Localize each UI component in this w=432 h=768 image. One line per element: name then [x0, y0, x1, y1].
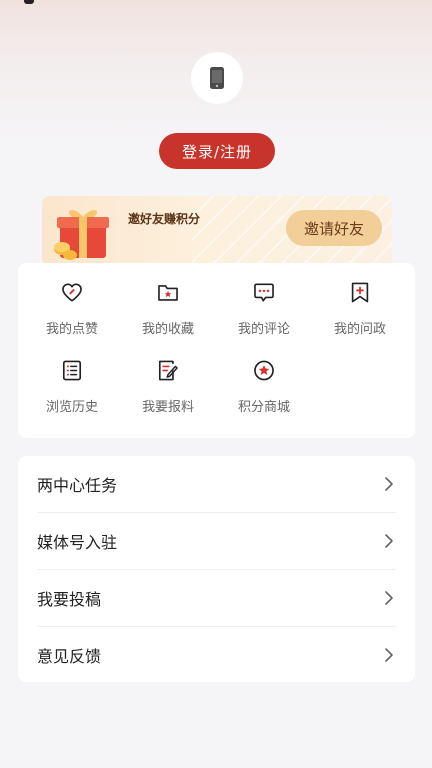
- chevron-right-icon: [385, 477, 393, 491]
- menu-item-label: 我要投稿: [37, 590, 102, 609]
- edit-report-icon: [158, 360, 178, 381]
- shortcut-my-favorites[interactable]: 我的收藏: [120, 263, 216, 337]
- avatar[interactable]: [191, 52, 243, 104]
- shortcut-submit-tip[interactable]: 我要报料: [120, 341, 216, 415]
- menu-list: 两中心任务 媒体号入驻 我要投稿 意见反馈: [18, 456, 415, 682]
- menu-item-label: 媒体号入驻: [37, 533, 118, 552]
- menu-item-label: 意见反馈: [37, 647, 102, 666]
- shortcut-my-likes[interactable]: 我的点赞: [24, 263, 120, 337]
- shortcut-my-inquiries[interactable]: 我的问政: [312, 263, 408, 337]
- invite-title: 邀好友赚积分: [128, 212, 201, 226]
- shortcut-browse-history[interactable]: 浏览历史: [24, 341, 120, 415]
- menu-item-submit-article[interactable]: 我要投稿: [18, 570, 415, 626]
- chevron-right-icon: [385, 534, 393, 548]
- phone-icon: [210, 67, 224, 89]
- heart-icon: [62, 283, 82, 302]
- chevron-right-icon: [385, 591, 393, 605]
- comment-icon: [254, 283, 274, 302]
- invite-friends-button[interactable]: 邀请好友: [286, 210, 382, 246]
- star-circle-icon: [254, 360, 274, 381]
- menu-item-feedback[interactable]: 意见反馈: [18, 627, 415, 683]
- invite-banner[interactable]: 邀好友赚积分 邀请好友: [42, 196, 392, 266]
- menu-item-two-center-tasks[interactable]: 两中心任务: [18, 456, 415, 512]
- menu-item-label: 两中心任务: [37, 476, 118, 495]
- shortcut-label: 我的点赞: [45, 322, 98, 337]
- folder-star-icon: [158, 285, 178, 301]
- profile-page: 登录/注册 邀好友赚积分 邀请好友 我的点赞 我的收藏 我的评论 我的问政 浏览…: [0, 0, 432, 768]
- shortcut-label: 积分商城: [237, 400, 290, 415]
- shortcut-label: 浏览历史: [45, 400, 98, 415]
- history-list-icon: [62, 360, 82, 381]
- gift-box-icon: [54, 210, 109, 260]
- shortcut-label: 我要报料: [141, 400, 194, 415]
- shortcut-label: 我的问政: [333, 322, 386, 337]
- chevron-right-icon: [385, 648, 393, 662]
- status-bar-indicator: [24, 0, 34, 4]
- bookmark-plus-icon: [351, 282, 369, 303]
- login-register-button[interactable]: 登录/注册: [159, 133, 275, 169]
- menu-item-media-account[interactable]: 媒体号入驻: [18, 513, 415, 569]
- shortcut-points-mall[interactable]: 积分商城: [216, 341, 312, 415]
- shortcut-grid: 我的点赞 我的收藏 我的评论 我的问政 浏览历史 我要报料 积分商城: [18, 263, 415, 438]
- shortcut-label: 我的评论: [237, 322, 290, 337]
- shortcut-label: 我的收藏: [141, 322, 194, 337]
- shortcut-my-comments[interactable]: 我的评论: [216, 263, 312, 337]
